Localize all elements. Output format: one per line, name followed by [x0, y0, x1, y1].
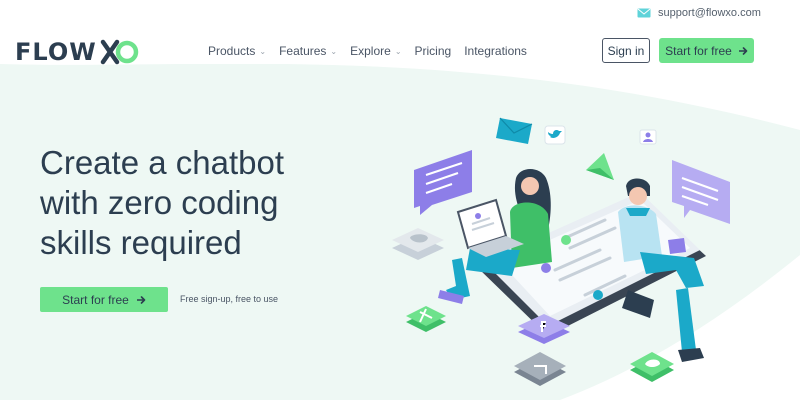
- nav-explore-label: Explore: [350, 44, 391, 58]
- nav-explore[interactable]: Explore ⌄: [350, 44, 401, 58]
- xo-logo-mark-icon: [100, 39, 138, 65]
- hero-illustration: [392, 117, 730, 386]
- hero-headline: Create a chatbot with zero coding skills…: [40, 143, 370, 263]
- start-free-nav-label: Start for free: [665, 43, 732, 58]
- arrow-right-icon: [136, 295, 146, 304]
- user-icon: [639, 129, 657, 145]
- paper-plane-icon: [586, 153, 614, 180]
- chevron-down-icon: ⌄: [330, 46, 338, 56]
- chevron-down-icon: ⌄: [394, 46, 402, 56]
- nav-integrations[interactable]: Integrations: [464, 44, 527, 58]
- headline-line-3: skills required: [40, 224, 242, 261]
- twitter-icon: [544, 125, 566, 145]
- headline-line-1: Create a chatbot: [40, 144, 284, 181]
- start-free-nav-button[interactable]: Start for free: [659, 38, 754, 63]
- support-contact[interactable]: support@flowxo.com: [637, 7, 761, 19]
- nav-features-label: Features: [279, 44, 327, 58]
- chevron-down-icon: ⌄: [259, 46, 267, 56]
- nav-pricing[interactable]: Pricing: [415, 44, 452, 58]
- support-email[interactable]: support@flowxo.com: [658, 7, 761, 19]
- start-free-hero-label: Start for free: [62, 292, 129, 307]
- nav-integrations-label: Integrations: [464, 44, 527, 58]
- headline-line-2: with zero coding: [40, 184, 279, 221]
- start-free-hero-button[interactable]: Start for free: [40, 287, 168, 312]
- chat-bubble-right-icon: [672, 160, 730, 224]
- leaf-tile-icon: [630, 352, 674, 382]
- hash-tile-icon: [406, 306, 446, 332]
- chat-tile-icon: [514, 352, 566, 386]
- arrow-right-icon: [738, 46, 748, 55]
- speech-tile-icon: [392, 228, 444, 260]
- nav-products-label: Products: [208, 44, 256, 58]
- nav-features[interactable]: Features ⌄: [279, 44, 337, 58]
- chat-bubble-left-icon: [414, 150, 472, 215]
- sign-in-button[interactable]: Sign in: [602, 38, 650, 63]
- nav-products[interactable]: Products ⌄: [208, 44, 266, 58]
- logo-text: FLOW: [15, 38, 97, 66]
- free-signup-note: Free sign-up, free to use: [180, 294, 279, 304]
- main-nav: Products ⌄ Features ⌄ Explore ⌄ Pricing …: [208, 44, 527, 58]
- nav-pricing-label: Pricing: [414, 44, 452, 58]
- flowxo-logo[interactable]: FLOW: [15, 38, 140, 66]
- mail-icon: [637, 8, 651, 18]
- envelope-icon: [496, 117, 533, 144]
